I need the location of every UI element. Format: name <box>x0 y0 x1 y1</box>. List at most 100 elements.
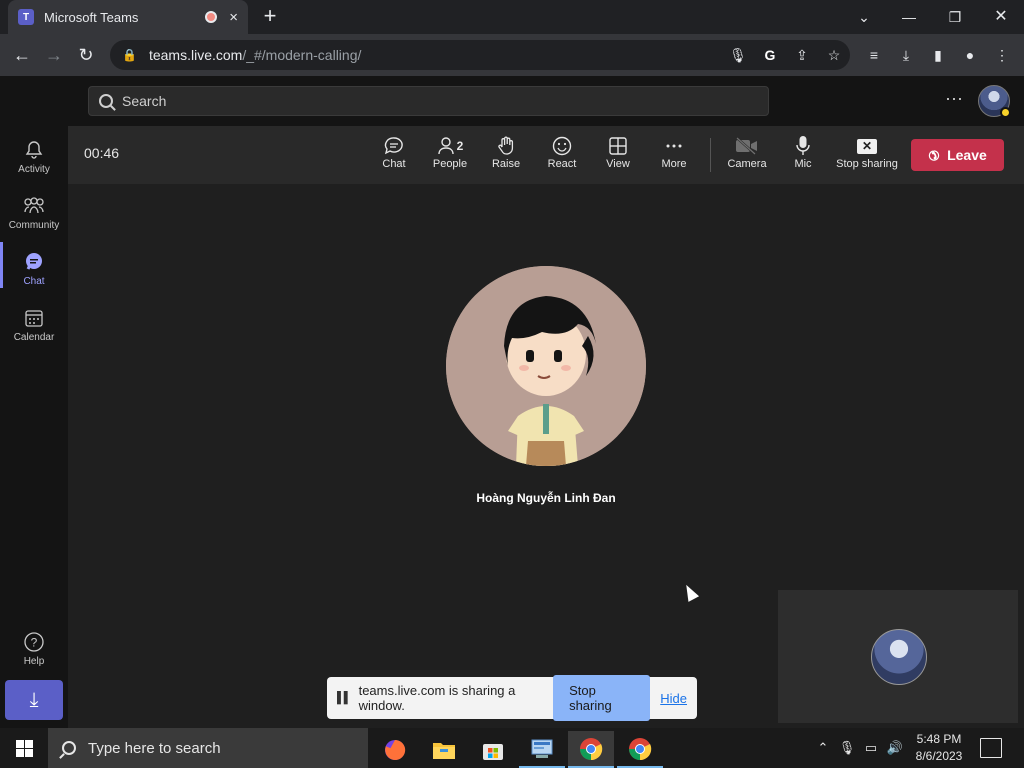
people-button[interactable]: 2 People <box>422 134 478 178</box>
voice-search-icon[interactable]: 🎙 <box>727 45 749 65</box>
download-app-button[interactable]: ⤓ <box>5 680 63 720</box>
leave-label: Leave <box>947 147 987 163</box>
hand-icon <box>497 134 515 158</box>
profile-avatar[interactable] <box>978 85 1011 118</box>
teams-favicon-icon: T <box>18 9 34 25</box>
start-button[interactable] <box>0 728 48 768</box>
cartoon-avatar-icon <box>446 266 646 466</box>
self-avatar <box>871 629 927 685</box>
teams-search-input[interactable]: Search <box>88 86 769 116</box>
people-icon: 2 <box>437 134 464 158</box>
profile-icon[interactable]: ● <box>959 45 981 65</box>
downloads-icon[interactable]: ⤓ <box>895 45 917 65</box>
bell-icon <box>23 139 45 161</box>
stop-sharing-label: Stop sharing <box>836 158 898 170</box>
download-icon: ⤓ <box>29 689 39 711</box>
back-button[interactable]: ← <box>10 43 34 67</box>
react-button[interactable]: React <box>534 134 590 178</box>
side-panel-icon[interactable]: ▮ <box>927 45 949 65</box>
microsoft-store-taskbar-icon[interactable] <box>470 731 516 768</box>
minimize-button[interactable]: — <box>895 6 923 28</box>
restore-button[interactable]: ❐ <box>941 6 969 28</box>
file-explorer-taskbar-icon[interactable] <box>421 731 467 768</box>
media-queue-icon[interactable]: ≡ <box>863 45 885 65</box>
google-lens-icon[interactable]: G <box>759 45 781 65</box>
taskbar-clock[interactable]: 5:48 PM 8/6/2023 <box>906 731 972 765</box>
camera-off-icon <box>735 134 759 158</box>
clock-date: 8/6/2023 <box>915 749 963 763</box>
browser-tab[interactable]: T Microsoft Teams × <box>8 0 248 34</box>
people-label: People <box>432 158 468 170</box>
chat-label: Chat <box>382 158 406 170</box>
volume-icon[interactable]: 🔊 <box>884 738 906 758</box>
tab-title: Microsoft Teams <box>44 9 139 25</box>
leave-call-button[interactable]: ✆ Leave <box>911 139 1004 171</box>
screen-share-banner: ▌▌ teams.live.com is sharing a window. S… <box>327 675 697 721</box>
control-panel-taskbar-icon[interactable] <box>519 731 565 768</box>
microphone-in-use-icon[interactable]: 🎙 <box>836 738 858 758</box>
clock-time: 5:48 PM <box>916 732 962 746</box>
share-message: teams.live.com is sharing a window. <box>358 683 516 713</box>
share-icon[interactable]: ⇪ <box>791 45 813 65</box>
rail-item-help[interactable]: ? Help <box>0 622 68 676</box>
view-button[interactable]: View <box>590 134 646 178</box>
help-icon: ? <box>23 631 45 653</box>
notification-center-icon[interactable] <box>980 738 1002 758</box>
stop-sharing-toolbar-button[interactable]: ✕ Stop sharing <box>831 134 903 178</box>
participant-avatar <box>446 266 646 466</box>
rail-label: Activity <box>18 164 50 175</box>
close-window-button[interactable]: ✕ <box>987 6 1015 28</box>
grid-view-icon <box>609 134 627 158</box>
search-icon <box>99 94 113 108</box>
url-path: /_#/modern-calling/ <box>242 47 362 63</box>
windows-logo-icon <box>15 739 33 757</box>
recording-indicator-icon <box>205 11 218 23</box>
chrome-taskbar-icon-active[interactable] <box>568 731 614 768</box>
rail-item-activity[interactable]: Activity <box>0 130 68 184</box>
rail-label: Chat <box>23 276 45 287</box>
network-icon[interactable]: ▭ <box>860 738 882 758</box>
url-host: teams.live.com <box>148 47 243 63</box>
show-hidden-icons-chevron-icon[interactable]: ⌃ <box>812 738 834 758</box>
taskbar-search-box[interactable]: Type here to search <box>48 728 368 768</box>
view-label: View <box>606 158 630 170</box>
chat-button[interactable]: Chat <box>366 134 422 178</box>
more-dots-icon <box>665 134 683 158</box>
camera-label: Camera <box>727 158 767 170</box>
self-video-tile[interactable] <box>778 590 1018 723</box>
calendar-icon <box>23 307 45 329</box>
mic-button[interactable]: Mic <box>775 134 831 178</box>
search-icon <box>62 741 76 755</box>
browser-menu-icon[interactable]: ⋮ <box>991 45 1013 65</box>
rail-item-community[interactable]: Community <box>0 186 68 240</box>
react-label: React <box>547 158 577 170</box>
rail-label: Community <box>8 220 60 231</box>
bookmark-star-icon[interactable]: ☆ <box>823 45 845 65</box>
close-tab-icon[interactable]: × <box>229 9 238 26</box>
taskbar-search-placeholder: Type here to search <box>88 739 221 757</box>
search-placeholder: Search <box>122 93 167 109</box>
rail-item-chat[interactable]: Chat <box>0 242 68 296</box>
settings-more-icon[interactable]: ··· <box>944 89 964 110</box>
tab-search-chevron-icon[interactable]: ⌄ <box>850 6 878 28</box>
stop-sharing-button[interactable]: Stop sharing <box>553 675 651 721</box>
pause-icon: ▌▌ <box>337 692 352 704</box>
rail-item-calendar[interactable]: Calendar <box>0 298 68 352</box>
firefox-taskbar-icon[interactable] <box>372 731 418 768</box>
hide-banner-link[interactable]: Hide <box>660 691 687 706</box>
call-timer: 00:46 <box>84 145 120 161</box>
hang-up-icon: ✆ <box>924 146 944 165</box>
camera-button[interactable]: Camera <box>719 134 775 178</box>
smiley-icon <box>552 134 572 158</box>
chat-icon <box>23 251 45 273</box>
new-tab-button[interactable]: + <box>258 5 282 29</box>
people-count: 2 <box>456 139 464 153</box>
reload-button[interactable]: ↻ <box>74 43 98 67</box>
rail-label: Calendar <box>13 332 55 343</box>
chrome-taskbar-icon[interactable] <box>617 731 663 768</box>
forward-button[interactable]: → <box>42 43 66 67</box>
raise-hand-button[interactable]: Raise <box>478 134 534 178</box>
presence-away-icon <box>1000 107 1011 118</box>
more-actions-button[interactable]: More <box>646 134 702 178</box>
mic-label: Mic <box>794 158 812 170</box>
